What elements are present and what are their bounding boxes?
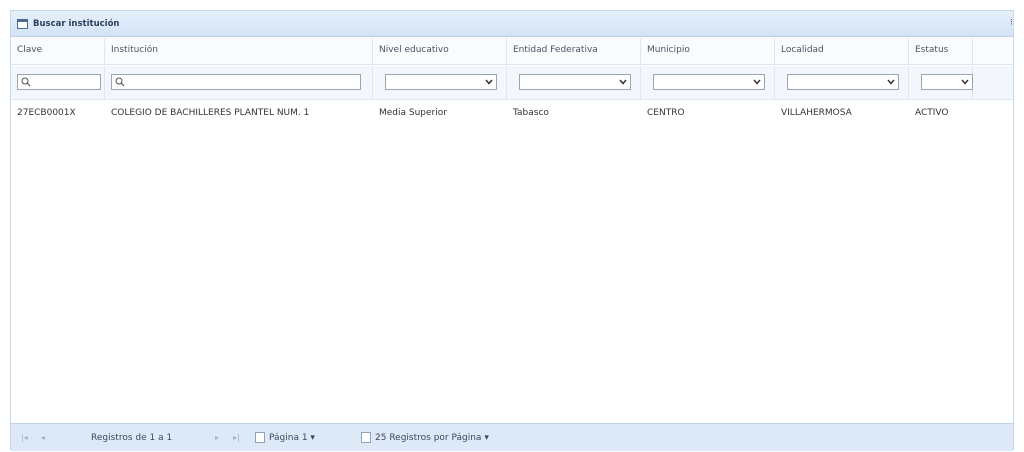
filter-cell-clave bbox=[11, 66, 105, 100]
column-header-municipio[interactable]: Municipio bbox=[641, 38, 775, 65]
page-selector[interactable]: Página 1 ▾ bbox=[269, 433, 315, 443]
prev-page-icon[interactable]: ◂ bbox=[41, 433, 51, 443]
estatus-select[interactable] bbox=[921, 74, 973, 90]
cell-clave: 27ECB0001X bbox=[17, 108, 76, 118]
column-header-estatus[interactable]: Estatus bbox=[909, 38, 973, 65]
table-row[interactable]: 27ECB0001X COLEGIO DE BACHILLERES PLANTE… bbox=[11, 101, 1013, 123]
last-page-icon[interactable]: ▸| bbox=[233, 433, 243, 443]
page-icon bbox=[255, 432, 265, 443]
cell-municipio: CENTRO bbox=[647, 108, 685, 118]
collapse-tool-icon[interactable]: ⁝ bbox=[1010, 18, 1016, 28]
entidad-select[interactable] bbox=[519, 74, 631, 90]
page-selector-label: Página 1 bbox=[269, 433, 308, 443]
search-icon bbox=[115, 77, 125, 87]
municipio-select[interactable] bbox=[653, 74, 765, 90]
filter-cell-municipio bbox=[641, 66, 775, 100]
filter-cell-institucion bbox=[105, 66, 373, 100]
chevron-down-icon bbox=[485, 79, 493, 85]
filter-cell-localidad bbox=[775, 66, 909, 100]
next-page-icon[interactable]: ▸ bbox=[215, 433, 225, 443]
pagination-bar: |◂ ◂ Registros de 1 a 1 ▸ ▸| Página 1 ▾ … bbox=[11, 423, 1013, 451]
grid-body: 27ECB0001X COLEGIO DE BACHILLERES PLANTE… bbox=[11, 101, 1013, 421]
clave-search-input[interactable] bbox=[17, 74, 101, 90]
column-header-entidad[interactable]: Entidad Federativa bbox=[507, 38, 641, 65]
filter-cell-estatus bbox=[909, 66, 973, 100]
localidad-select[interactable] bbox=[787, 74, 899, 90]
search-icon bbox=[21, 77, 31, 87]
column-header-nivel[interactable]: Nivel educativo bbox=[373, 38, 507, 65]
column-header-institucion[interactable]: Institución bbox=[105, 38, 373, 65]
nivel-select[interactable] bbox=[385, 74, 497, 90]
search-institution-panel: Buscar institución ⁝ Clave Institución N… bbox=[10, 10, 1014, 451]
cell-institucion: COLEGIO DE BACHILLERES PLANTEL NUM. 1 bbox=[111, 108, 310, 118]
chevron-down-icon bbox=[961, 79, 969, 85]
panel-header: Buscar institución ⁝ bbox=[11, 11, 1013, 37]
window-icon bbox=[17, 19, 28, 29]
first-page-icon[interactable]: |◂ bbox=[21, 433, 31, 443]
filter-cell-nivel bbox=[373, 66, 507, 100]
cell-nivel: Media Superior bbox=[379, 108, 447, 118]
cell-localidad: VILLAHERMOSA bbox=[781, 108, 852, 118]
per-page-label: 25 Registros por Página bbox=[375, 433, 482, 443]
chevron-down-icon bbox=[753, 79, 761, 85]
records-label: Registros de 1 a 1 bbox=[91, 433, 173, 443]
filter-cell-entidad bbox=[507, 66, 641, 100]
cell-estatus: ACTIVO bbox=[915, 108, 949, 118]
records-per-page-icon bbox=[361, 432, 371, 443]
column-header-localidad[interactable]: Localidad bbox=[775, 38, 909, 65]
column-header-clave[interactable]: Clave bbox=[11, 38, 105, 65]
cell-entidad: Tabasco bbox=[513, 108, 549, 118]
grid-header: Clave Institución Nivel educativo Entida… bbox=[11, 38, 1013, 65]
panel-title: Buscar institución bbox=[33, 19, 120, 29]
chevron-down-icon bbox=[887, 79, 895, 85]
per-page-selector[interactable]: 25 Registros por Página ▾ bbox=[375, 433, 489, 443]
institucion-search-input[interactable] bbox=[111, 74, 361, 90]
filter-row bbox=[11, 66, 1013, 100]
chevron-down-icon bbox=[619, 79, 627, 85]
